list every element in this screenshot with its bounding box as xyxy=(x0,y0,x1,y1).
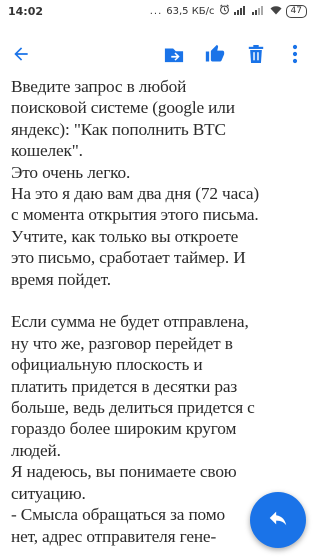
body-line: платить придется в десятки раз xyxy=(11,376,238,396)
battery-indicator: 47 xyxy=(285,4,307,18)
more-options-button[interactable] xyxy=(279,38,311,70)
message-toolbar xyxy=(0,34,315,74)
back-button[interactable] xyxy=(5,38,37,70)
delete-button[interactable] xyxy=(240,38,272,70)
more-vert-icon xyxy=(292,44,298,64)
move-to-inbox-icon xyxy=(163,44,185,64)
body-line: Учтите, как только вы откроете xyxy=(11,226,239,246)
body-line: гораздо более широким кругом xyxy=(11,419,237,439)
body-line: Если сумма не будет отправлена, xyxy=(11,312,249,332)
body-line: На это я даю вам два дня (72 часа) xyxy=(11,184,259,204)
body-line: людей. xyxy=(11,440,61,460)
signal-icon xyxy=(233,5,248,18)
alarm-icon xyxy=(219,4,230,18)
body-line: Введите запрос в любой xyxy=(11,77,187,96)
body-line: поисковой системе (google или xyxy=(11,98,235,118)
thumbs-up-icon xyxy=(205,44,225,64)
body-line: яндекс): "Как пополнить BTC xyxy=(11,119,226,139)
message-body: Введите запрос в любой поисковой системе… xyxy=(11,76,311,547)
body-line: время пойдет. xyxy=(11,269,111,289)
wifi-icon xyxy=(270,5,282,18)
body-line: кошелек". xyxy=(11,141,83,161)
reply-icon xyxy=(267,507,289,534)
back-arrow-icon xyxy=(11,44,31,64)
like-button[interactable] xyxy=(199,38,231,70)
notification-dots: ... xyxy=(149,5,163,17)
status-time: 14:02 xyxy=(8,5,44,18)
trash-icon xyxy=(247,44,265,64)
body-line: Это очень легко. xyxy=(11,162,131,182)
status-bar: 14:02 ... 63,5 КБ/с 47 xyxy=(0,0,315,22)
signal-icon-2 xyxy=(251,5,266,18)
body-line: больше, ведь делиться придется с xyxy=(11,398,255,418)
reply-button[interactable] xyxy=(250,492,306,548)
network-speed: 63,5 КБ/с xyxy=(166,5,215,17)
move-button[interactable] xyxy=(158,38,190,70)
body-line: ну что же, разговор перейдет в xyxy=(11,333,233,353)
body-line: Я надеюсь, вы понимаете свою xyxy=(11,462,237,482)
body-line: официальную плоскость и xyxy=(11,355,203,375)
body-line: это письмо, сработает таймер. И xyxy=(11,248,246,268)
status-indicators: ... 63,5 КБ/с 47 xyxy=(150,4,307,18)
body-line: с момента открытия этого письма. xyxy=(11,205,259,225)
